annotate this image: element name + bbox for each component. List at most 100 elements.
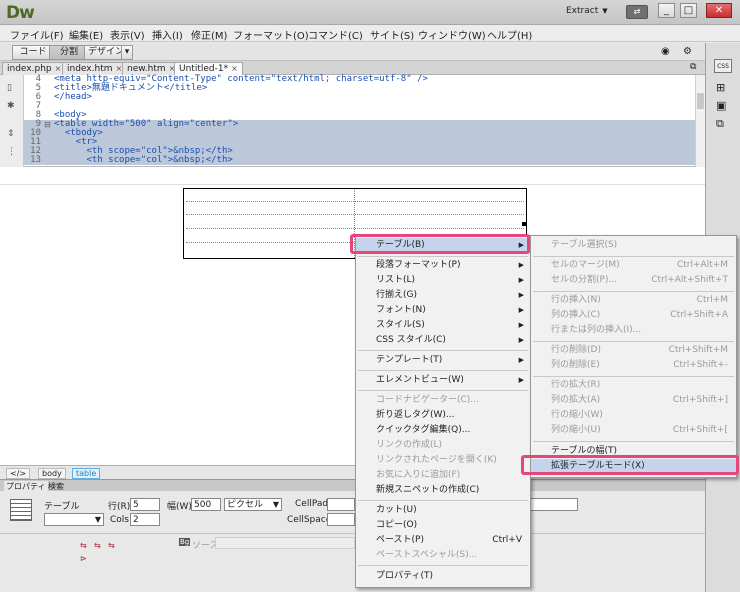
- submenu-item-increase-column-span[interactable]: 列の拡大(A) Ctrl+Shift+]: [531, 393, 736, 408]
- workspace-switcher[interactable]: Extract ▼: [566, 6, 612, 20]
- menu-item-wrap-tag[interactable]: 折り返しタグ(W)...: [356, 408, 530, 423]
- tab-label: new.htm: [127, 64, 166, 74]
- code-line: </head>: [54, 92, 92, 102]
- menu-site[interactable]: サイト(S): [370, 27, 414, 42]
- restore-button[interactable]: □: [680, 3, 697, 18]
- submenu-item-merge-cells[interactable]: セルのマージ(M) Ctrl+Alt+M: [531, 258, 736, 273]
- menu-item-label: 行の拡大(R): [551, 380, 601, 390]
- table-id-select[interactable]: ▼: [44, 513, 104, 526]
- expand-all-icon[interactable]: ⇕: [7, 129, 15, 139]
- width-input[interactable]: 500: [191, 498, 221, 511]
- menu-format[interactable]: フォーマット(O): [233, 27, 309, 42]
- split-view-button[interactable]: 分割: [49, 45, 89, 60]
- collapse-icon[interactable]: ✱: [7, 101, 15, 111]
- clear-widths-icon[interactable]: ⇆: [94, 541, 101, 550]
- menu-modify[interactable]: 修正(M): [191, 27, 227, 42]
- submenu-item-decrease-row-span[interactable]: 行の縮小(W): [531, 408, 736, 423]
- submenu-item-delete-row[interactable]: 行の削除(D) Ctrl+Shift+M: [531, 343, 736, 358]
- code-view-button[interactable]: コード: [12, 45, 54, 60]
- menu-edit[interactable]: 編集(E): [69, 27, 103, 42]
- menu-item-code-navigator[interactable]: コードナビゲーター(C)...: [356, 393, 530, 408]
- menu-item-add-favorites[interactable]: お気に入りに追加(F): [356, 468, 530, 483]
- code-tag-icon[interactable]: </>: [6, 468, 31, 479]
- menu-item-properties[interactable]: プロパティ(T): [356, 569, 530, 584]
- menu-item-list[interactable]: リスト(L) ▶: [356, 273, 530, 288]
- menu-item-new-snippet[interactable]: 新規スニペットの作成(C): [356, 483, 530, 498]
- menu-item-label: フォント(N): [376, 305, 426, 315]
- context-menu: テーブル(B) ▶ 段落フォーマット(P) ▶ リスト(L) ▶ 行揃え(G) ▶ フォ…: [355, 235, 531, 588]
- cellspace-input[interactable]: [327, 513, 355, 526]
- menu-item-paste-special[interactable]: ペーストスペシャル(S)...: [356, 548, 530, 563]
- source-input[interactable]: [215, 537, 355, 549]
- menu-item-align[interactable]: 行揃え(G) ▶: [356, 288, 530, 303]
- scrollbar-thumb[interactable]: [697, 93, 704, 109]
- submenu-item-insert-column[interactable]: 列の挿入(C) Ctrl+Shift+A: [531, 308, 736, 323]
- globe-icon[interactable]: ◉: [661, 46, 670, 57]
- menu-item-label: コードナビゲーター(C)...: [376, 395, 479, 405]
- menu-item-label: コピー(O): [376, 520, 418, 530]
- table-row[interactable]: [186, 214, 524, 215]
- menu-item-quick-tag-editor[interactable]: クイックタグ編集(Q)...: [356, 423, 530, 438]
- menu-item-paste[interactable]: ペースト(P) Ctrl+V: [356, 533, 530, 548]
- submenu-item-increase-row-span[interactable]: 行の拡大(R): [531, 378, 736, 393]
- submenu-item-delete-column[interactable]: 列の削除(E) Ctrl+Shift+-: [531, 358, 736, 373]
- open-documents-icon[interactable]: ▯: [7, 83, 12, 93]
- files-panel-icon[interactable]: ⧉: [716, 117, 724, 131]
- menu-item-css-style[interactable]: CSS スタイル(C) ▶: [356, 333, 530, 348]
- menu-commands[interactable]: コマンド(C): [308, 27, 363, 42]
- submenu-item-select-table[interactable]: テーブル選択(S): [531, 238, 736, 253]
- cols-input[interactable]: 2: [130, 513, 160, 526]
- sync-settings-icon[interactable]: ⇄: [626, 5, 648, 19]
- menu-item-label: 行の縮小(W): [551, 410, 603, 420]
- class-select[interactable]: [528, 498, 578, 511]
- design-view-dropdown[interactable]: ▾: [121, 45, 133, 60]
- collapse-marker-icon[interactable]: ⊟: [44, 120, 51, 129]
- menu-insert[interactable]: 挿入(I): [152, 27, 183, 42]
- table-submenu: テーブル選択(S) セルのマージ(M) Ctrl+Alt+M セルの分割(P)..…: [530, 235, 737, 478]
- menu-item-element-view[interactable]: エレメントビュー(W) ▶: [356, 373, 530, 388]
- clear-values-icon[interactable]: ⊳: [80, 554, 87, 563]
- menu-item-copy[interactable]: コピー(O): [356, 518, 530, 533]
- resize-handle[interactable]: [522, 222, 526, 226]
- menu-help[interactable]: ヘルプ(H): [487, 27, 532, 42]
- clear-heights-icon[interactable]: ⇆: [80, 541, 87, 550]
- rows-input[interactable]: 5: [130, 498, 160, 511]
- submenu-item-decrease-column-span[interactable]: 列の縮小(U) Ctrl+Shift+[: [531, 423, 736, 438]
- menu-window[interactable]: ウィンドウ(W): [418, 27, 486, 42]
- menu-item-template[interactable]: テンプレート(T) ▶: [356, 353, 530, 368]
- settings-icon[interactable]: ⚙: [683, 46, 692, 57]
- cellpad-input[interactable]: [327, 498, 355, 511]
- select-parent-icon[interactable]: ⋮: [7, 147, 16, 157]
- breadcrumb-table[interactable]: table: [72, 468, 101, 479]
- code-scrollbar[interactable]: [695, 75, 705, 167]
- width-unit-select[interactable]: ピクセル ▼: [224, 498, 282, 511]
- table-row[interactable]: [186, 201, 524, 202]
- code-view[interactable]: ▯ ✱ ⇕ ⋮ ⊟ 4 5 6 7 8 9 10 11 12 13 <meta …: [0, 75, 705, 167]
- menu-view[interactable]: 表示(V): [110, 27, 145, 42]
- close-icon[interactable]: ×: [231, 64, 238, 73]
- cols-label: Cols: [110, 515, 129, 525]
- property-inspector: テーブル ▼ 行(R) 5 Cols 2 幅(W) 500 ピクセル ▼ Cell…: [0, 491, 705, 592]
- menu-item-style[interactable]: スタイル(S) ▶: [356, 318, 530, 333]
- menu-item-font[interactable]: フォント(N) ▶: [356, 303, 530, 318]
- close-button[interactable]: ✕: [706, 3, 732, 18]
- menu-item-paragraph-format[interactable]: 段落フォーマット(P) ▶: [356, 258, 530, 273]
- menu-item-make-link[interactable]: リンクの作成(L): [356, 438, 530, 453]
- close-icon[interactable]: ×: [55, 64, 62, 73]
- dom-panel-icon[interactable]: ⊞: [716, 81, 725, 94]
- submenu-item-split-cell[interactable]: セルの分割(P)... Ctrl+Alt+Shift+T: [531, 273, 736, 288]
- menu-file[interactable]: ファイル(F): [10, 27, 64, 42]
- convert-widths-icon[interactable]: ⇆: [108, 541, 115, 550]
- restore-document-icon[interactable]: ⧉: [690, 62, 696, 72]
- submenu-item-insert-rows-columns[interactable]: 行または列の挿入(I)...: [531, 323, 736, 338]
- minimize-button[interactable]: _: [658, 3, 675, 18]
- menu-item-label: 新規スニペットの作成(C): [376, 485, 480, 495]
- menu-item-cut[interactable]: カット(U): [356, 503, 530, 518]
- assets-panel-icon[interactable]: ▣: [716, 99, 726, 112]
- view-splitter[interactable]: [0, 167, 705, 185]
- menu-item-open-linked-page[interactable]: リンクされたページを開く(K): [356, 453, 530, 468]
- breadcrumb-body[interactable]: body: [38, 468, 66, 479]
- table-row[interactable]: [186, 228, 524, 229]
- css-designer-icon[interactable]: CSS: [714, 59, 732, 73]
- submenu-item-insert-row[interactable]: 行の挿入(N) Ctrl+M: [531, 293, 736, 308]
